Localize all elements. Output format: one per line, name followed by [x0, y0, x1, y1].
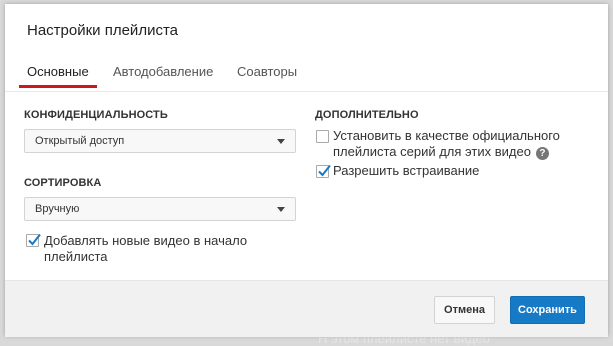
official-series-checkbox[interactable] [316, 130, 329, 143]
chevron-down-icon [277, 207, 285, 212]
sorting-select-value: Вручную [35, 203, 80, 215]
tab-bar: Основные Автодобавление Соавторы [5, 64, 608, 94]
official-series-label-wrap[interactable]: Установить в качестве официального плейл… [333, 128, 588, 160]
dialog-footer: Отмена Сохранить [5, 280, 608, 337]
checkmark-icon [28, 233, 41, 246]
additional-label: ДОПОЛНИТЕЛЬНО [315, 109, 419, 121]
checkmark-icon [318, 164, 331, 177]
allow-embed-checkbox[interactable] [316, 164, 331, 178]
question-circle-icon[interactable]: ? [535, 147, 549, 160]
sorting-select[interactable]: Вручную [24, 197, 296, 221]
save-button[interactable]: Сохранить [510, 296, 585, 324]
playlist-settings-dialog: Настройки плейлиста Основные Автодобавле… [5, 4, 608, 337]
official-series-label: Установить в качестве официального плейл… [333, 128, 560, 159]
add-to-top-checkbox[interactable] [26, 233, 41, 247]
dialog-title: Настройки плейлиста [27, 22, 178, 39]
allow-embed-label[interactable]: Разрешить встраивание [333, 163, 479, 179]
chevron-down-icon [277, 139, 285, 144]
privacy-label: КОНФИДЕНЦИАЛЬНОСТЬ [24, 109, 168, 121]
cancel-button[interactable]: Отмена [434, 296, 495, 324]
tab-basic[interactable]: Основные [19, 64, 97, 88]
tab-autoadd[interactable]: Автодобавление [113, 64, 213, 88]
tab-collaborators[interactable]: Соавторы [237, 64, 297, 88]
add-to-top-label[interactable]: Добавлять новые видео в начало плейлиста [44, 233, 274, 265]
sorting-label: СОРТИРОВКА [24, 177, 102, 189]
tabs-divider [5, 91, 608, 92]
privacy-select[interactable]: Открытый доступ [24, 129, 296, 153]
privacy-select-value: Открытый доступ [35, 135, 125, 147]
